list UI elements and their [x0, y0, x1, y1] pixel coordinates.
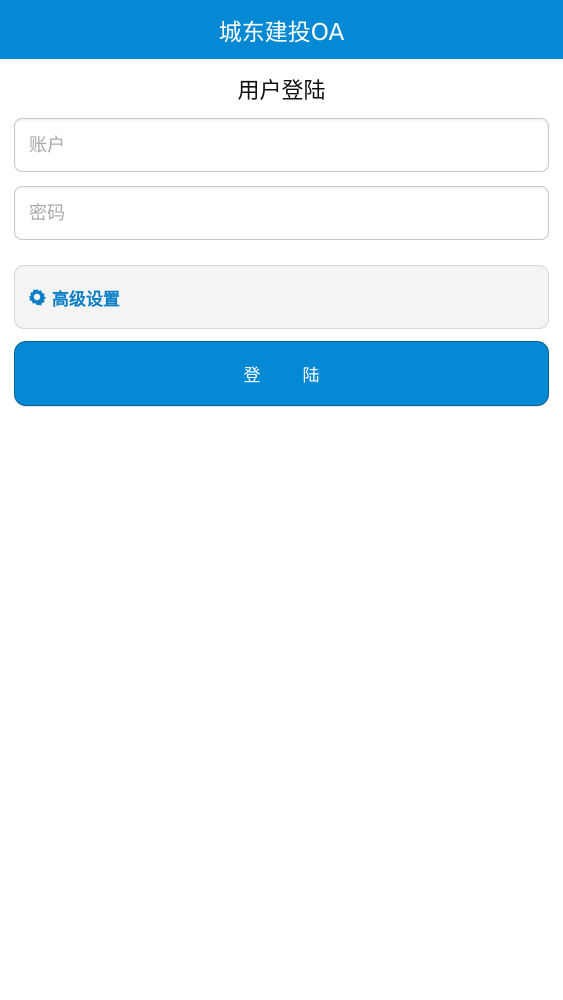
account-input[interactable] — [15, 119, 548, 171]
login-button[interactable]: 登陆 — [14, 341, 549, 406]
app-title: 城东建投OA — [218, 19, 345, 46]
advanced-settings-button[interactable]: 高级设置 — [14, 265, 549, 329]
page-title: 用户登陆 — [237, 79, 326, 104]
login-screen: 城东建投OA 用户登陆 高级设置 登陆 — [0, 0, 563, 1000]
account-field-wrapper — [14, 118, 549, 172]
password-field-wrapper — [14, 186, 549, 240]
advanced-settings-label: 高级设置 — [52, 289, 120, 310]
app-header: 城东建投OA — [0, 0, 563, 59]
password-input[interactable] — [15, 187, 548, 239]
gear-icon — [27, 287, 47, 307]
